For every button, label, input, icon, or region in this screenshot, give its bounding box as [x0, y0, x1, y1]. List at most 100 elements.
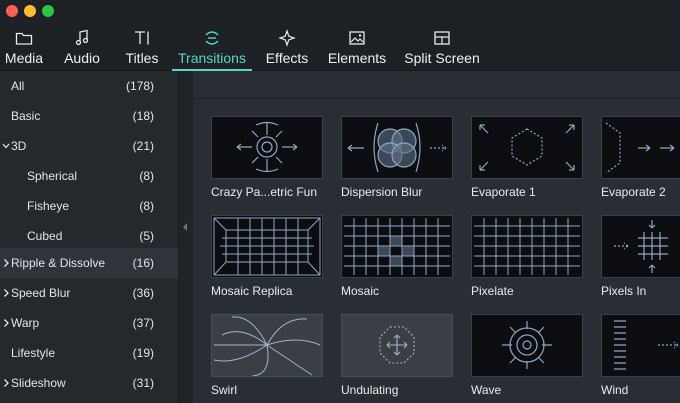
transition-thumbnail[interactable] — [601, 116, 680, 179]
transition-label: Pixels In — [601, 284, 647, 298]
overlapping-circles-icon — [347, 122, 447, 173]
lines-arrow-icon — [614, 320, 679, 370]
category-sidebar: All (178) Basic (18) 3D (21) Spherical (… — [0, 71, 178, 403]
transition-thumbnail[interactable] — [341, 215, 453, 278]
flat-grid-icon — [474, 218, 580, 275]
transition-label: Wind — [601, 383, 629, 397]
tab-media[interactable]: Media — [4, 22, 44, 71]
tab-effects[interactable]: Effects — [263, 22, 311, 71]
sidebar-item-spherical[interactable]: Spherical (8) — [0, 161, 178, 191]
music-note-icon — [75, 27, 89, 49]
text-title-icon — [133, 27, 151, 49]
tab-titles[interactable]: Titles — [123, 22, 161, 71]
perspective-grid-icon — [213, 217, 321, 276]
transition-card[interactable]: Evaporate 2 — [601, 116, 680, 199]
transition-label: Crazy Pa...etric Fun — [211, 185, 318, 199]
chevron-right-icon[interactable] — [2, 288, 10, 298]
minimize-window-button[interactable] — [24, 5, 36, 17]
chevron-down-icon[interactable] — [2, 141, 10, 151]
transition-thumbnail[interactable] — [211, 314, 323, 377]
transition-thumbnail[interactable] — [601, 314, 680, 377]
split-screen-icon — [433, 27, 451, 49]
transition-card[interactable]: Wave — [471, 314, 583, 397]
transition-thumbnail[interactable] — [341, 314, 453, 377]
transition-label: Undulating — [341, 383, 399, 397]
transition-card[interactable]: Evaporate 1 — [471, 116, 583, 199]
transition-thumbnail[interactable] — [211, 116, 323, 179]
close-window-button[interactable] — [6, 5, 18, 17]
sparkle-icon — [278, 27, 296, 49]
sidebar-item-count: (37) — [132, 316, 154, 330]
transition-thumbnail[interactable] — [471, 314, 583, 377]
sidebar-item-count: (8) — [139, 199, 154, 213]
tab-elements[interactable]: Elements — [327, 22, 387, 71]
transition-label: Evaporate 1 — [471, 185, 536, 199]
tab-effects-label: Effects — [265, 50, 309, 66]
sidebar-item-count: (5) — [139, 229, 154, 243]
sidebar-item-label: Warp — [11, 316, 40, 330]
sidebar-item-3d[interactable]: 3D (21) — [0, 131, 178, 161]
transition-card[interactable]: Crazy Pa...etric Fun — [211, 116, 323, 199]
transition-thumbnail[interactable] — [471, 116, 583, 179]
transition-card[interactable]: Mosaic — [341, 215, 453, 298]
sidebar-item-basic[interactable]: Basic (18) — [0, 101, 178, 131]
sidebar-item-label: All — [11, 79, 25, 93]
octagon-arrows-icon — [379, 326, 415, 364]
sidebar-item-count: (18) — [132, 109, 154, 123]
sidebar-item-lifestyle[interactable]: Lifestyle (19) — [0, 338, 178, 368]
sidebar-item-count: (178) — [125, 79, 154, 93]
mosaic-tiles-icon — [344, 218, 450, 275]
transition-thumbnail[interactable] — [211, 215, 323, 278]
sidebar-item-warp[interactable]: Warp (37) — [0, 308, 178, 338]
tab-split-screen[interactable]: Split Screen — [403, 22, 481, 71]
sidebar-resize-handle[interactable] — [178, 71, 193, 403]
transition-thumbnail[interactable] — [471, 215, 583, 278]
sidebar-item-slideshow[interactable]: Slideshow (31) — [0, 368, 178, 398]
transition-card[interactable]: Pixels In — [601, 215, 680, 298]
arrows-into-grid-icon — [614, 220, 668, 273]
swirl-icon — [213, 316, 321, 376]
sidebar-item-ripple-dissolve[interactable]: Ripple & Dissolve (16) — [0, 248, 178, 278]
sidebar-item-fisheye[interactable]: Fisheye (8) — [0, 191, 178, 221]
transition-card[interactable]: Pixelate — [471, 215, 583, 298]
tab-split-screen-label: Split Screen — [404, 50, 480, 66]
grid-toolbar — [193, 71, 680, 99]
transition-card[interactable]: Undulating — [341, 314, 453, 397]
chevron-right-icon[interactable] — [2, 258, 10, 268]
sidebar-item-label: Speed Blur — [11, 286, 71, 300]
chevron-right-icon[interactable] — [2, 318, 10, 328]
transition-label: Pixelate — [471, 284, 514, 298]
tab-titles-label: Titles — [125, 50, 159, 66]
transition-label: Dispersion Blur — [341, 185, 423, 199]
transition-card[interactable]: Dispersion Blur — [341, 116, 453, 199]
transition-card[interactable]: Mosaic Replica — [211, 215, 323, 298]
sidebar-item-count: (19) — [132, 346, 154, 360]
transition-card[interactable]: Swirl — [211, 314, 323, 397]
sidebar-item-label: Spherical — [27, 169, 78, 183]
chevrons-arrow-icon — [605, 122, 675, 174]
folder-icon — [15, 27, 33, 49]
title-bar — [0, 0, 680, 22]
hexagon-corners-icon — [479, 124, 575, 171]
transition-thumbnail[interactable] — [601, 215, 680, 278]
sidebar-item-cubed[interactable]: Cubed (5) — [0, 221, 178, 251]
transition-thumbnail[interactable] — [341, 116, 453, 179]
chevron-right-icon[interactable] — [2, 378, 10, 388]
transition-card[interactable]: Wind — [601, 314, 680, 397]
zoom-window-button[interactable] — [42, 5, 54, 17]
sidebar-item-label: Slideshow — [11, 376, 66, 390]
image-icon — [348, 27, 366, 49]
tab-transitions-label: Transitions — [178, 50, 246, 66]
collapse-sidebar-icon[interactable] — [182, 222, 188, 232]
sidebar-item-count: (31) — [132, 376, 154, 390]
tab-transitions[interactable]: Transitions — [172, 22, 252, 71]
sidebar-item-speed-blur[interactable]: Speed Blur (36) — [0, 278, 178, 308]
transition-label: Evaporate 2 — [601, 185, 666, 199]
transition-label: Mosaic — [341, 284, 380, 298]
sidebar-item-label: Lifestyle — [11, 346, 56, 360]
transitions-icon — [203, 27, 221, 49]
transition-label: Mosaic Replica — [211, 284, 293, 298]
transition-label: Wave — [471, 383, 502, 397]
sidebar-item-all[interactable]: All (178) — [0, 71, 178, 101]
tab-audio[interactable]: Audio — [63, 22, 101, 71]
